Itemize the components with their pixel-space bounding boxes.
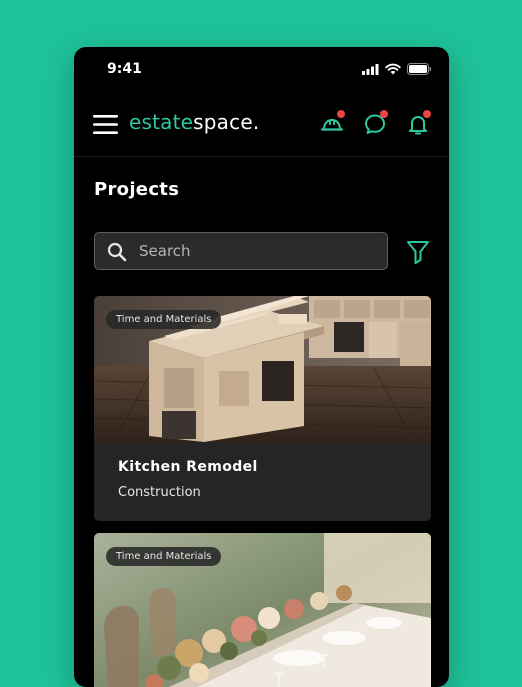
logo: estatespace.: [129, 110, 259, 134]
phone-frame: 9:41 estatespace. Projects Search Time a…: [74, 47, 449, 687]
wifi-icon: [385, 63, 401, 75]
filter-icon: [407, 241, 429, 264]
project-image: Time and Materials: [94, 533, 431, 687]
project-title: Kitchen Remodel: [118, 459, 258, 475]
chat-button[interactable]: [363, 110, 388, 136]
page-title: Projects: [94, 179, 180, 200]
search-box[interactable]: [94, 232, 388, 270]
pricing-badge: Time and Materials: [106, 310, 222, 329]
signal-icon: [362, 63, 379, 75]
menu-icon[interactable]: [93, 114, 118, 135]
hard-hat-button[interactable]: [320, 110, 345, 136]
notification-dot: [380, 110, 388, 118]
notification-dot: [337, 110, 345, 118]
filter-button[interactable]: [406, 239, 430, 265]
notifications-button[interactable]: [406, 110, 431, 136]
project-card[interactable]: Time and Materials Kitchen Remodel Const…: [94, 296, 431, 521]
notification-dot: [423, 110, 431, 118]
project-image: Time and Materials: [94, 296, 431, 442]
search-icon: [107, 242, 127, 262]
project-category: Construction: [118, 485, 201, 500]
logo-part-estate: estate: [129, 110, 194, 134]
status-icons: [362, 63, 432, 75]
app-header: estatespace.: [74, 99, 449, 157]
search-input[interactable]: [139, 233, 379, 269]
status-bar: 9:41: [74, 47, 449, 91]
project-card[interactable]: Time and Materials: [94, 533, 431, 687]
logo-part-space: space.: [193, 110, 260, 134]
battery-icon: [407, 63, 432, 75]
pricing-badge: Time and Materials: [106, 547, 222, 566]
status-time: 9:41: [107, 61, 142, 77]
